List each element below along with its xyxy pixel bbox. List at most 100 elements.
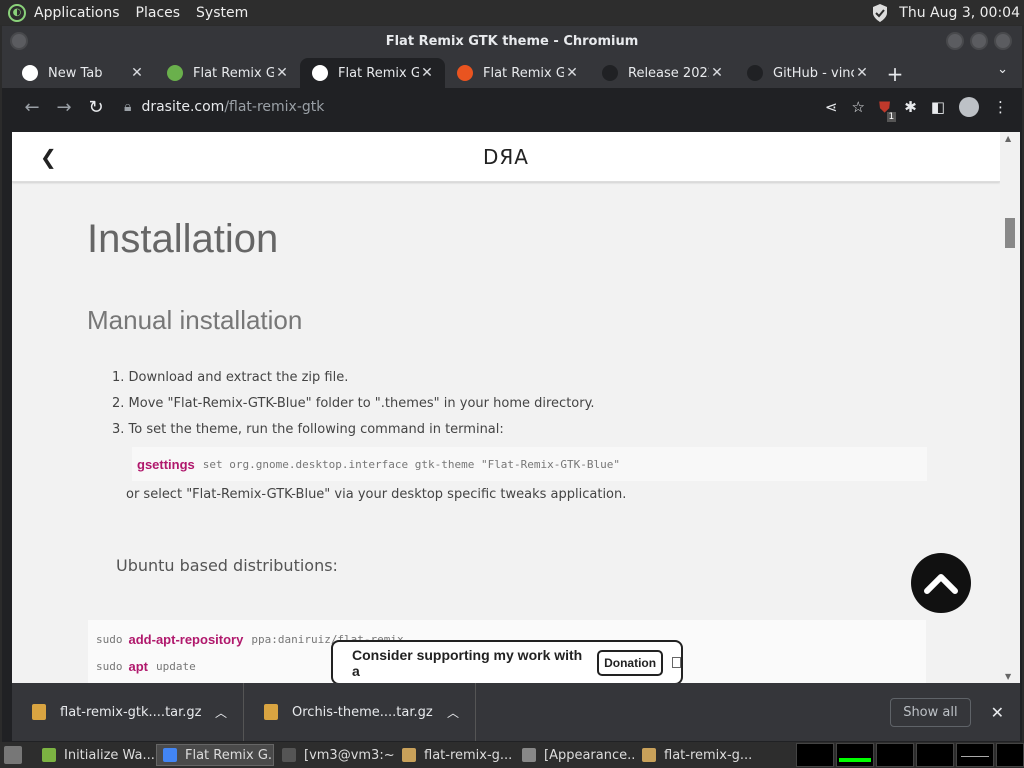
tab-label: Flat Remix GT (193, 65, 274, 81)
gnome-look-icon (167, 65, 183, 81)
app-icon (163, 748, 177, 762)
address-bar[interactable]: 🔒︎ drasite.com/flat-remix-gtk (118, 92, 758, 122)
network-monitor[interactable] (916, 743, 954, 767)
tab-2[interactable]: Flat Remix GT✕ (300, 58, 445, 88)
memory-monitor[interactable] (836, 743, 874, 767)
page-scrollbar[interactable]: ▲ ▼ (1000, 132, 1020, 683)
taskbar-item[interactable]: Initialize Wa... (36, 744, 154, 766)
chevron-up-icon (924, 574, 958, 594)
taskbar-label: [vm3@vm3:~] (304, 747, 394, 763)
taskbar-item[interactable]: Flat Remix G... (156, 744, 274, 766)
scroll-up-icon[interactable]: ▲ (1005, 134, 1011, 143)
close-icon[interactable]: ✕ (854, 65, 870, 81)
taskbar-label: Flat Remix G... (185, 747, 274, 763)
new-tab-button[interactable]: + (880, 60, 910, 88)
swap-monitor[interactable] (876, 743, 914, 767)
close-window-icon[interactable] (994, 32, 1012, 50)
code-sudo: sudo (96, 633, 123, 646)
close-icon[interactable]: ✕ (991, 703, 1004, 722)
reload-icon[interactable]: ↻ (80, 97, 112, 118)
browser-toolbar: ← → ↻ 🔒︎ drasite.com/flat-remix-gtk ⋖ ☆ … (2, 88, 1022, 126)
cpu-monitor[interactable] (796, 743, 834, 767)
download-filename: flat-remix-gtk....tar.gz (60, 704, 202, 720)
drasite-icon (312, 65, 328, 81)
extension-badge: 1 (886, 112, 897, 122)
window-titlebar[interactable]: Flat Remix GTK theme - Chromium (2, 26, 1022, 56)
site-logo[interactable]: DЯA (483, 145, 529, 169)
side-panel-icon[interactable]: ◧ (931, 98, 945, 116)
donation-text: Consider supporting my work with a (352, 646, 583, 679)
tab-label: New Tab (48, 65, 103, 81)
show-all-downloads-button[interactable]: Show all (890, 697, 971, 727)
taskbar-label: flat-remix-g... (664, 747, 753, 763)
taskbar-item[interactable]: flat-remix-g... (396, 744, 514, 766)
chevron-up-icon[interactable]: ︿ (215, 704, 227, 721)
taskbar-label: Initialize Wa... (64, 747, 154, 763)
profile-avatar-icon[interactable] (959, 97, 979, 117)
downloads-bar: flat-remix-gtk....tar.gz ︿ Orchis-theme..… (12, 683, 1020, 741)
show-desktop-icon[interactable] (4, 746, 22, 764)
taskbar-item[interactable]: [Appearance... (516, 744, 634, 766)
taskbar-item[interactable]: flat-remix-g... (636, 744, 754, 766)
close-icon[interactable]: ✕ (129, 65, 145, 81)
tab-4[interactable]: Release 2022 ✕ (590, 58, 735, 88)
pling-icon (457, 65, 473, 81)
close-icon[interactable]: ✕ (419, 65, 435, 81)
lock-icon[interactable]: 🔒︎ (124, 99, 131, 115)
maximize-icon[interactable] (970, 32, 988, 50)
code-command: apt (128, 659, 149, 674)
app-icon (282, 748, 296, 762)
tab-1[interactable]: Flat Remix GT✕ (155, 58, 300, 88)
applications-menu[interactable]: Applications (34, 5, 120, 21)
list-item: 3. To set the theme, run the following c… (112, 422, 504, 437)
distro-logo-icon[interactable]: ◐ (8, 3, 26, 22)
alt-instructions: or select "Flat-Remix-GTK-Blue" via your… (126, 487, 627, 502)
list-item: 2. Move "Flat-Remix-GTK-Blue" folder to … (112, 396, 595, 411)
disk-monitor[interactable] (996, 743, 1024, 767)
archive-file-icon (264, 704, 278, 720)
back-arrow-icon[interactable]: ← (16, 97, 48, 118)
window-menu-icon[interactable] (10, 32, 28, 50)
system-taskbar: Initialize Wa... Flat Remix G... [vm3@vm3:… (0, 742, 1024, 768)
close-icon[interactable] (672, 657, 681, 668)
extensions-puzzle-icon[interactable]: ✱ (904, 98, 917, 116)
tab-search-chevron-icon[interactable]: ⌄ (997, 62, 1008, 77)
taskbar-item[interactable]: [vm3@vm3:~] (276, 744, 394, 766)
code-args: set org.gnome.desktop.interface gtk-them… (202, 457, 621, 471)
code-sudo: sudo (96, 660, 123, 673)
chevron-up-icon[interactable]: ︿ (447, 704, 459, 721)
places-menu[interactable]: Places (136, 5, 181, 21)
load-monitor[interactable] (956, 743, 994, 767)
code-block[interactable]: gsettings set org.gnome.desktop.interfac… (132, 447, 927, 481)
donation-button[interactable]: Donation (597, 649, 664, 676)
close-icon[interactable]: ✕ (709, 65, 725, 81)
tab-3[interactable]: Flat Remix G ✕ (445, 58, 590, 88)
browser-menu-icon[interactable]: ⋮ (993, 98, 1008, 116)
shield-icon[interactable] (871, 3, 889, 23)
clock[interactable]: Thu Aug 3, 00:04 (899, 5, 1020, 21)
code-command: add-apt-repository (128, 632, 244, 647)
download-item[interactable]: flat-remix-gtk....tar.gz ︿ (12, 683, 244, 741)
tab-strip: New Tab✕Flat Remix GT✕Flat Remix GT✕Flat… (2, 56, 1022, 88)
scroll-to-top-button[interactable] (911, 553, 971, 613)
close-icon[interactable]: ✕ (564, 65, 580, 81)
minimize-icon[interactable] (946, 32, 964, 50)
subsection-heading: Ubuntu based distributions: (116, 556, 338, 575)
forward-arrow-icon[interactable]: → (48, 97, 80, 118)
app-icon (642, 748, 656, 762)
scrollbar-thumb[interactable] (1005, 218, 1015, 248)
share-icon[interactable]: ⋖ (825, 98, 838, 116)
system-menu[interactable]: System (196, 5, 248, 21)
code-command: gsettings (137, 456, 195, 472)
download-item[interactable]: Orchis-theme....tar.gz ︿ (244, 683, 476, 741)
scroll-down-icon[interactable]: ▼ (1005, 672, 1011, 681)
close-icon[interactable]: ✕ (274, 65, 290, 81)
github-icon (747, 65, 763, 81)
bookmark-star-icon[interactable]: ☆ (852, 98, 865, 116)
taskbar-label: [Appearance... (544, 747, 634, 763)
tab-0[interactable]: New Tab ✕ (10, 58, 155, 88)
app-icon (42, 748, 56, 762)
back-chevron-icon[interactable]: ❮ (40, 145, 57, 169)
tab-5[interactable]: GitHub - vince✕ (735, 58, 880, 88)
ublock-extension-icon[interactable]: ⛊ 1 (879, 98, 897, 122)
